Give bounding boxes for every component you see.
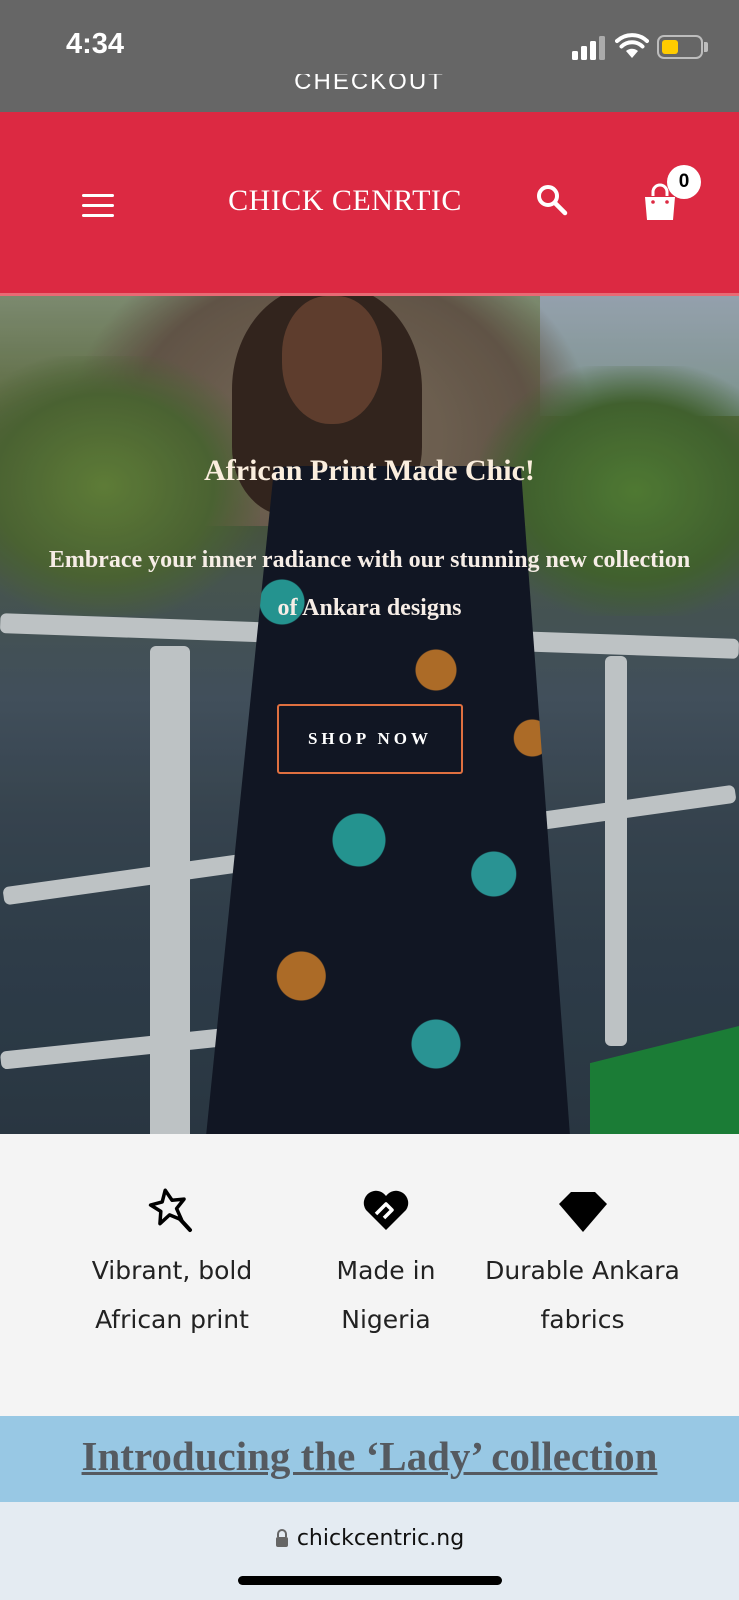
- battery-cap: [704, 42, 708, 52]
- wifi-icon: [615, 33, 649, 58]
- collection-banner: Introducing the ‘Lady’ collection: [0, 1416, 739, 1502]
- status-bar: 4:34 CHECKOUT: [0, 0, 739, 112]
- features-section: Vibrant, bold African print Made in Nige…: [0, 1134, 739, 1416]
- status-time: 4:34: [66, 28, 125, 60]
- brand-logo[interactable]: CHICK CENRTIC: [200, 184, 490, 218]
- checkout-label: CHECKOUT: [294, 74, 445, 95]
- feature-label: Made in Nigeria: [336, 1256, 436, 1334]
- hero-title: African Print Made Chic!: [204, 454, 535, 487]
- shop-now-button[interactable]: SHOP NOW: [277, 704, 463, 774]
- feature-item: Vibrant, bold African print: [60, 1184, 284, 1344]
- battery-icon: [657, 35, 703, 59]
- site-header: CHICK CENRTIC: [0, 112, 739, 296]
- hamburger-menu-icon[interactable]: [82, 194, 116, 218]
- url-display[interactable]: chickcentric.ng: [0, 1526, 739, 1551]
- cellular-signal-icon: [572, 36, 606, 60]
- url-text: chickcentric.ng: [296, 1526, 465, 1551]
- hero-banner: African Print Made Chic! Embrace your in…: [0, 296, 739, 1134]
- feature-item: Made in Nigeria: [300, 1184, 472, 1344]
- feature-label: Vibrant, bold African print: [91, 1256, 253, 1334]
- battery-level: [662, 40, 678, 54]
- search-icon[interactable]: [535, 183, 569, 217]
- feature-label: Durable Ankara fabrics: [485, 1256, 680, 1334]
- collection-link[interactable]: Introducing the ‘Lady’ collection: [82, 1432, 658, 1480]
- heart-handshake-icon: [363, 1190, 409, 1230]
- home-indicator[interactable]: [238, 1576, 502, 1585]
- checkout-link[interactable]: CHECKOUT: [0, 74, 739, 96]
- diamond-icon: [558, 1192, 607, 1232]
- hero-subtitle: Embrace your inner radiance with our stu…: [48, 547, 691, 621]
- feature-item: Durable Ankara fabrics: [470, 1184, 695, 1344]
- magic-wand-star-icon: [148, 1188, 192, 1232]
- browser-address-bar[interactable]: chickcentric.ng: [0, 1502, 739, 1600]
- lock-icon: [275, 1529, 288, 1547]
- cart-count-badge[interactable]: 0: [667, 165, 701, 199]
